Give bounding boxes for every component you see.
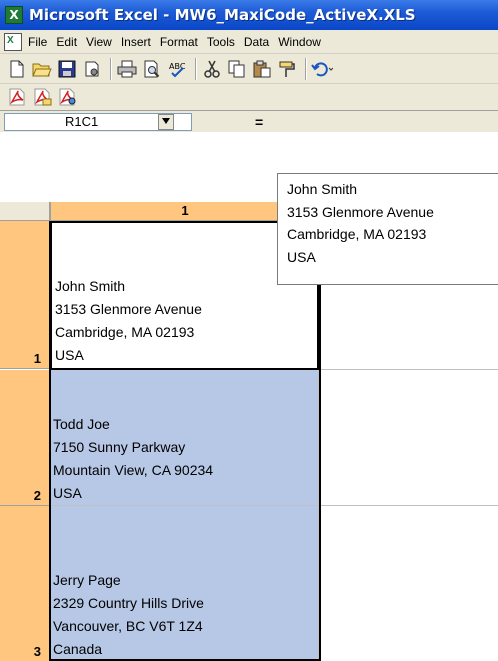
toolbar-separator <box>305 57 307 80</box>
cut-icon[interactable] <box>201 58 223 80</box>
cell-line: 2329 Country Hills Drive <box>53 595 204 611</box>
undo-icon[interactable] <box>311 58 333 80</box>
formula-content[interactable]: John Smith 3153 Glenmore Avenue Cambridg… <box>277 173 498 285</box>
menu-tools[interactable]: Tools <box>207 35 235 49</box>
copy-icon[interactable] <box>226 58 248 80</box>
pdf-convert-icon[interactable] <box>6 87 28 107</box>
cell-line: Canada <box>53 641 103 657</box>
formula-line: John Smith <box>287 181 358 197</box>
toolbar-separator <box>195 57 197 80</box>
cell-line: Mountain View, CA 90234 <box>53 462 214 478</box>
window-title: Microsoft Excel - MW6_MaxiCode_ActiveX.X… <box>29 6 416 24</box>
standard-toolbar: ABC <box>0 54 498 84</box>
menu-insert[interactable]: Insert <box>121 35 151 49</box>
menu-edit[interactable]: Edit <box>56 35 77 49</box>
formula-equals: = <box>255 114 264 130</box>
cell-r3c1[interactable]: Jerry Page 2329 Country Hills Drive Vanc… <box>50 506 319 661</box>
format-painter-icon[interactable] <box>276 58 298 80</box>
new-icon[interactable] <box>6 58 28 80</box>
row-header-3[interactable]: 3 <box>0 506 50 661</box>
menu-data[interactable]: Data <box>244 35 269 49</box>
save-icon[interactable] <box>56 58 78 80</box>
cell-line: 7150 Sunny Parkway <box>53 439 186 455</box>
cell-line: Todd Joe <box>53 416 110 432</box>
menu-bar: File Edit View Insert Format Tools Data … <box>0 30 498 54</box>
excel-icon: X <box>5 6 23 24</box>
spelling-icon[interactable]: ABC <box>166 58 188 80</box>
cell-line: Jerry Page <box>53 572 121 588</box>
pdf-convert-email-icon[interactable] <box>31 87 53 107</box>
cell-line: USA <box>55 347 84 363</box>
formula-line: Cambridge, MA 02193 <box>287 226 427 242</box>
cell-r3c2[interactable] <box>319 506 498 661</box>
open-icon[interactable] <box>31 58 53 80</box>
svg-text:ABC: ABC <box>169 62 186 71</box>
formula-bar: R1C1 = <box>0 110 498 132</box>
chevron-down-icon <box>162 118 170 124</box>
cell-r2c2[interactable] <box>319 370 498 506</box>
pdf-toolbar <box>0 84 498 110</box>
print-icon[interactable] <box>116 58 138 80</box>
workbook-icon[interactable] <box>4 32 22 51</box>
menu-file[interactable]: File <box>28 35 47 49</box>
cell-line: Cambridge, MA 02193 <box>55 324 195 340</box>
menu-window[interactable]: Window <box>278 35 321 49</box>
formula-line: 3153 Glenmore Avenue <box>287 203 434 220</box>
paste-icon[interactable] <box>251 58 273 80</box>
cell-line: USA <box>53 485 82 501</box>
row-header-1[interactable]: 1 <box>0 221 50 369</box>
cell-line: Vancouver, BC V6T 1Z4 <box>53 618 203 634</box>
menu-format[interactable]: Format <box>160 35 198 49</box>
menu-view[interactable]: View <box>86 35 112 49</box>
cell-line: 3153 Glenmore Avenue <box>55 301 202 317</box>
formula-line: USA <box>287 248 316 265</box>
row-header-2[interactable]: 2 <box>0 370 50 506</box>
print-preview-icon[interactable] <box>141 58 163 80</box>
title-bar[interactable]: X Microsoft Excel - MW6_MaxiCode_ActiveX… <box>0 0 498 30</box>
pdf-review-icon[interactable] <box>56 87 78 107</box>
cell-r2c1[interactable]: Todd Joe 7150 Sunny Parkway Mountain Vie… <box>50 370 319 506</box>
select-all-corner[interactable] <box>0 202 50 221</box>
toolbar-separator <box>110 57 112 80</box>
name-box-dropdown[interactable] <box>158 114 174 130</box>
permission-icon[interactable] <box>81 58 103 80</box>
